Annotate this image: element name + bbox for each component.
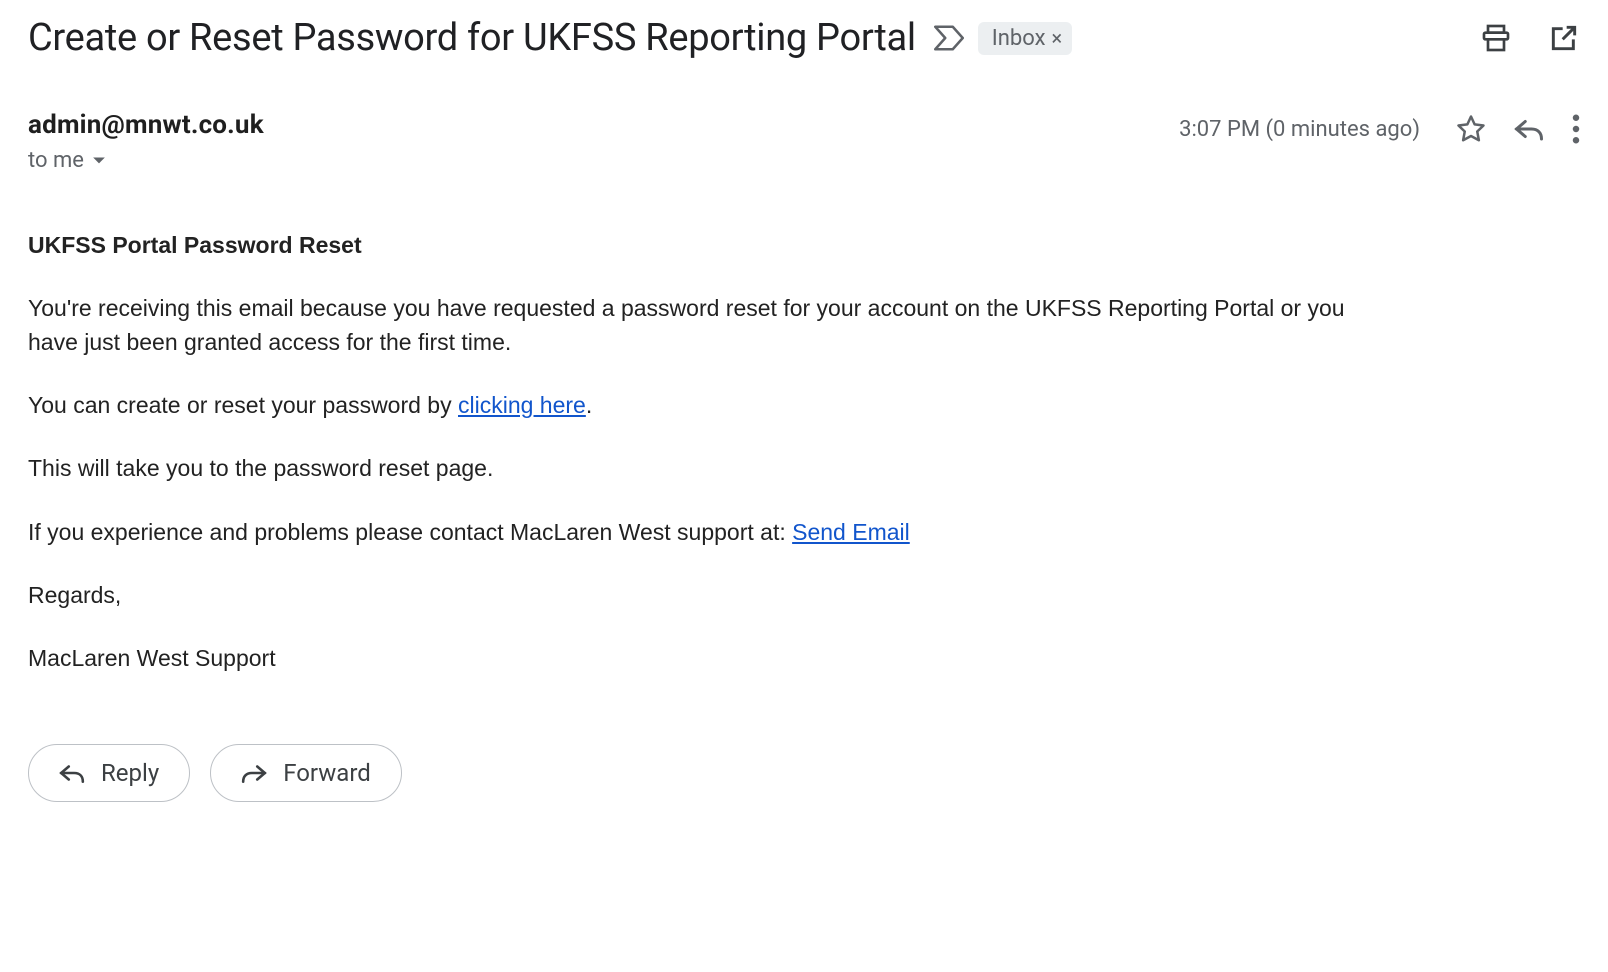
body-paragraph-3: This will take you to the password reset…: [28, 452, 1348, 485]
sender-email[interactable]: admin@mnwt.co.uk: [28, 110, 1179, 140]
remove-label-icon[interactable]: ×: [1052, 26, 1063, 50]
important-marker-icon[interactable]: [934, 25, 964, 51]
inbox-label-text: Inbox: [992, 26, 1046, 51]
bottom-actions: Reply Forward: [28, 744, 1580, 802]
sender-block: admin@mnwt.co.uk to me: [28, 110, 1179, 173]
body-paragraph-1: You're receiving this email because you …: [28, 292, 1348, 359]
open-new-window-icon[interactable]: [1548, 22, 1580, 54]
reply-button[interactable]: Reply: [28, 744, 190, 802]
recipient-toggle[interactable]: to me: [28, 148, 1179, 173]
recipient-text: to me: [28, 148, 84, 173]
subject-row: Create or Reset Password for UKFSS Repor…: [28, 16, 1580, 60]
reply-button-label: Reply: [101, 759, 159, 787]
reply-icon[interactable]: [1514, 116, 1544, 142]
body-paragraph-2: You can create or reset your password by…: [28, 389, 1348, 422]
support-email-link[interactable]: Send Email: [792, 519, 910, 545]
email-subject: Create or Reset Password for UKFSS Repor…: [28, 16, 916, 60]
body-p2-text-b: .: [586, 392, 592, 418]
email-view: Create or Reset Password for UKFSS Repor…: [0, 0, 1608, 832]
body-paragraph-4: If you experience and problems please co…: [28, 516, 1348, 549]
body-p2-text-a: You can create or reset your password by: [28, 392, 458, 418]
star-icon[interactable]: [1456, 114, 1486, 144]
top-actions: [1480, 22, 1580, 54]
print-icon[interactable]: [1480, 22, 1512, 54]
reset-password-link[interactable]: clicking here: [458, 392, 586, 418]
body-p4-text-a: If you experience and problems please co…: [28, 519, 792, 545]
meta-right-actions: 3:07 PM (0 minutes ago): [1179, 114, 1580, 144]
email-timestamp: 3:07 PM (0 minutes ago): [1179, 117, 1420, 142]
forward-button[interactable]: Forward: [210, 744, 402, 802]
inbox-label-chip[interactable]: Inbox ×: [978, 22, 1072, 55]
more-menu-icon[interactable]: [1572, 114, 1580, 144]
body-signature: MacLaren West Support: [28, 642, 1348, 675]
body-heading: UKFSS Portal Password Reset: [28, 229, 1580, 262]
email-meta-row: admin@mnwt.co.uk to me 3:07 PM (0 minute…: [28, 110, 1580, 173]
forward-button-label: Forward: [283, 759, 371, 787]
body-paragraph-5: Regards,: [28, 579, 1348, 612]
email-body: UKFSS Portal Password Reset You're recei…: [28, 229, 1580, 676]
caret-down-icon: [92, 156, 106, 166]
